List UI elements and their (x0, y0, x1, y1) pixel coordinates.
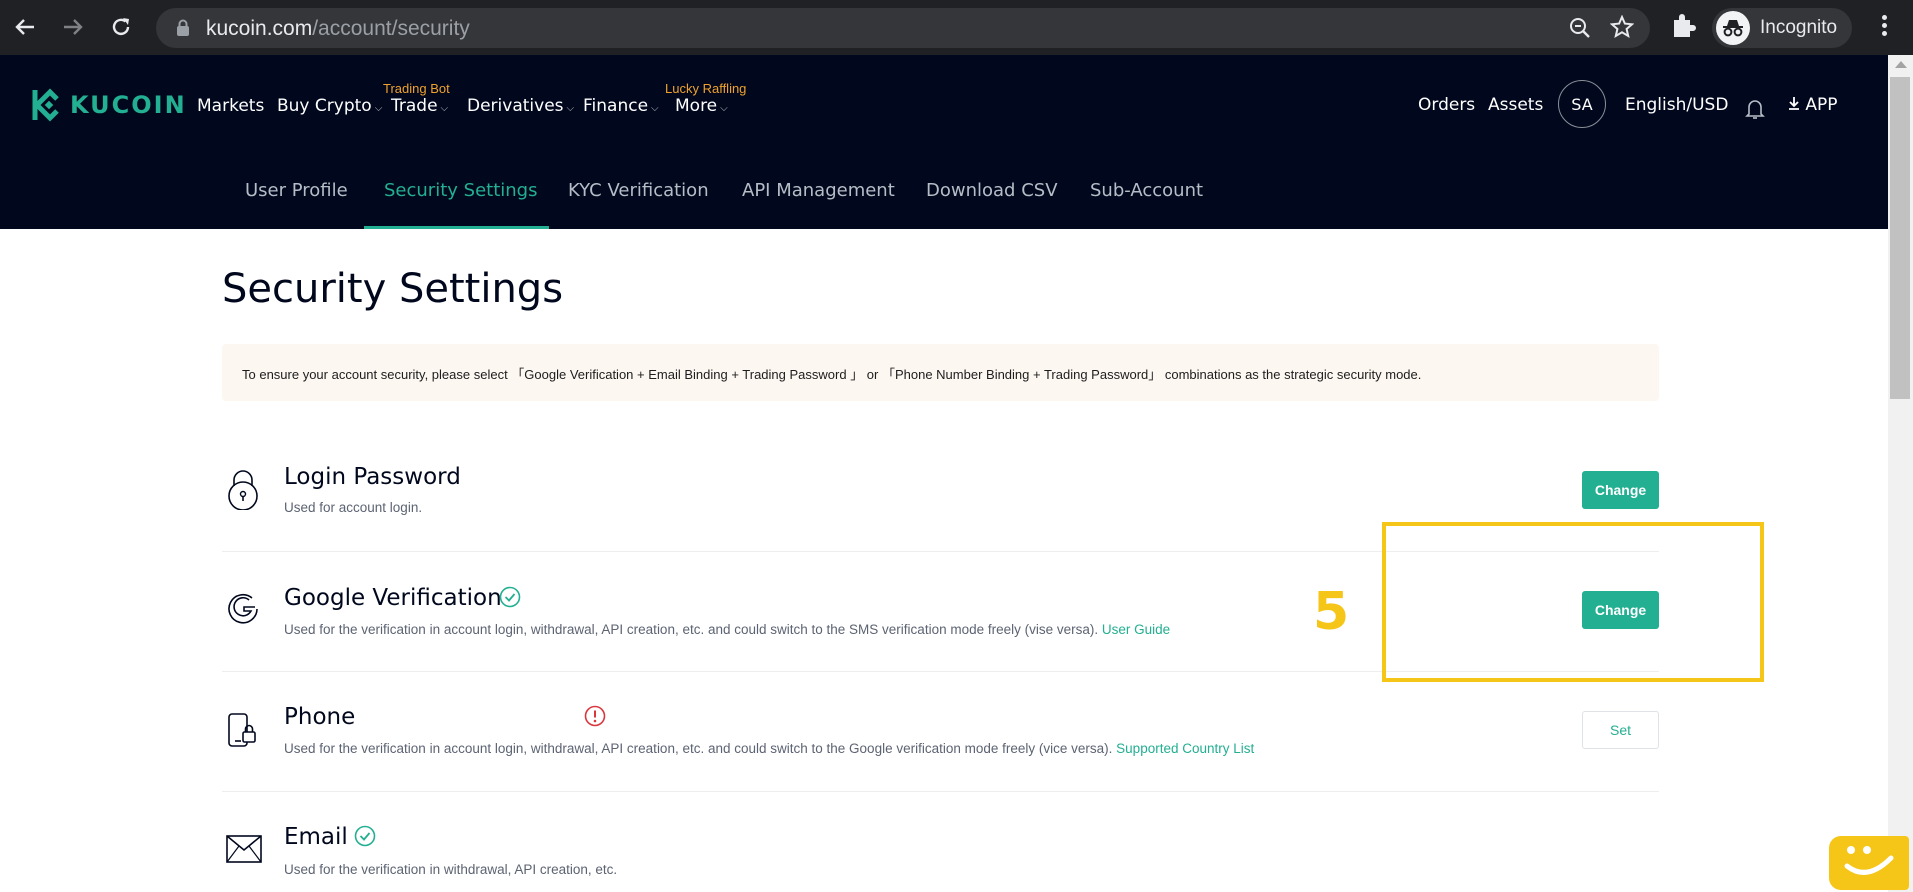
back-arrow-icon (15, 19, 34, 35)
phone-desc-text: Used for the verification in account log… (284, 741, 1113, 756)
logo-text: KUCOIN (70, 91, 187, 119)
tab-kyc-verification[interactable]: KYC Verification (568, 180, 709, 201)
kucoin-logo-icon (32, 88, 59, 122)
email-title: Email (284, 824, 348, 850)
scroll-thumb[interactable] (1890, 77, 1910, 399)
nav-more-label: More (675, 96, 718, 116)
nav-assets[interactable]: Assets (1488, 95, 1543, 115)
nav-markets[interactable]: Markets (197, 96, 264, 116)
more-promo-label[interactable]: Lucky Raffling (665, 81, 746, 96)
set-phone-button[interactable]: Set (1582, 711, 1659, 749)
phone-lock-icon (228, 713, 256, 747)
kucoin-logo[interactable]: KUCOIN (30, 87, 187, 123)
chevron-down-icon: ⌵ (566, 103, 575, 114)
app-download-link[interactable]: APP (1788, 95, 1838, 115)
tab-security-settings[interactable]: Security Settings (384, 180, 537, 201)
back-button[interactable] (8, 10, 42, 44)
download-icon (1789, 97, 1799, 110)
chat-smile-icon (1844, 846, 1894, 875)
phone-desc: Used for the verification in account log… (284, 741, 1254, 756)
phone-title: Phone (284, 704, 356, 730)
chevron-down-icon: ⌵ (374, 103, 383, 114)
supported-country-list-link[interactable]: Supported Country List (1116, 741, 1254, 756)
warning-alert-icon (584, 705, 606, 727)
nav-finance[interactable]: Finance ⌵ (583, 96, 659, 116)
verified-check-icon (354, 825, 376, 847)
nav-orders[interactable]: Orders (1418, 95, 1475, 115)
tab-sub-account[interactable]: Sub-Account (1090, 180, 1203, 201)
annotation-highlight-box (1382, 522, 1764, 682)
reload-icon (112, 18, 130, 36)
security-notice: To ensure your account security, please … (222, 344, 1659, 401)
phone-row: Phone Used for the verification in accou… (222, 672, 1659, 792)
forward-arrow-icon (64, 19, 83, 35)
incognito-icon (1716, 11, 1750, 45)
login-password-title: Login Password (284, 464, 461, 490)
email-row: Email Used for the verification in withd… (222, 792, 1659, 892)
site-header: KUCOIN Markets Buy Crypto ⌵ Trading Bot T… (0, 55, 1888, 229)
nav-buy-crypto[interactable]: Buy Crypto ⌵ (277, 96, 382, 116)
zoom-icon[interactable] (1568, 16, 1592, 40)
nav-buy-crypto-label: Buy Crypto (277, 96, 372, 116)
tab-user-profile[interactable]: User Profile (245, 180, 348, 201)
chevron-down-icon: ⌵ (720, 103, 728, 114)
trade-promo-label[interactable]: Trading Bot (383, 81, 450, 96)
address-bar[interactable]: kucoin.com/account/security (156, 8, 1650, 48)
url-text: kucoin.com/account/security (206, 17, 470, 40)
google-verification-title: Google Verification (284, 585, 502, 611)
annotation-step-number: 5 (1313, 582, 1350, 642)
scroll-up-arrow-icon[interactable] (1895, 61, 1907, 68)
login-password-desc: Used for account login. (284, 500, 423, 515)
page-scrollbar[interactable] (1888, 55, 1913, 892)
change-login-password-button[interactable]: Change (1582, 471, 1659, 509)
email-desc: Used for the verification in withdrawal,… (284, 862, 618, 877)
bookmark-star-icon[interactable] (1610, 15, 1634, 39)
chevron-down-icon: ⌵ (440, 103, 449, 114)
reload-button[interactable] (104, 10, 138, 44)
extensions-puzzle-icon[interactable] (1670, 12, 1696, 40)
envelope-icon (226, 835, 262, 863)
google-g-icon (228, 593, 258, 624)
nav-derivatives-label: Derivatives (467, 96, 564, 116)
nav-more[interactable]: More ⌵ (675, 96, 728, 116)
page-title: Security Settings (222, 266, 564, 312)
forward-button[interactable] (56, 10, 90, 44)
security-notice-text: To ensure your account security, please … (242, 367, 1422, 382)
verified-check-icon (499, 586, 521, 608)
app-label: APP (1805, 95, 1838, 115)
language-currency-selector[interactable]: English/USD (1625, 95, 1728, 115)
padlock-icon (228, 470, 258, 510)
nav-finance-label: Finance (583, 96, 649, 116)
browser-menu-icon[interactable] (1872, 12, 1896, 42)
support-chat-widget[interactable] (1829, 836, 1909, 890)
browser-toolbar: kucoin.com/account/security Incognito (0, 0, 1913, 55)
tab-download-csv[interactable]: Download CSV (926, 180, 1058, 201)
nav-derivatives[interactable]: Derivatives ⌵ (467, 96, 574, 116)
tab-api-management[interactable]: API Management (742, 180, 895, 201)
chevron-down-icon: ⌵ (651, 103, 659, 114)
incognito-indicator[interactable]: Incognito (1712, 8, 1852, 48)
nav-trade[interactable]: Trade ⌵ (391, 96, 448, 116)
user-avatar[interactable]: SA (1558, 80, 1606, 128)
lock-icon[interactable] (176, 19, 190, 37)
nav-trade-label: Trade (391, 96, 438, 116)
google-verification-desc: Used for the verification in account log… (284, 622, 1170, 637)
notification-bell-icon[interactable] (1745, 98, 1765, 120)
incognito-label: Incognito (1760, 17, 1838, 38)
google-verification-desc-text: Used for the verification in account log… (284, 622, 1099, 637)
user-guide-link[interactable]: User Guide (1102, 622, 1170, 637)
active-tab-indicator (364, 226, 549, 229)
